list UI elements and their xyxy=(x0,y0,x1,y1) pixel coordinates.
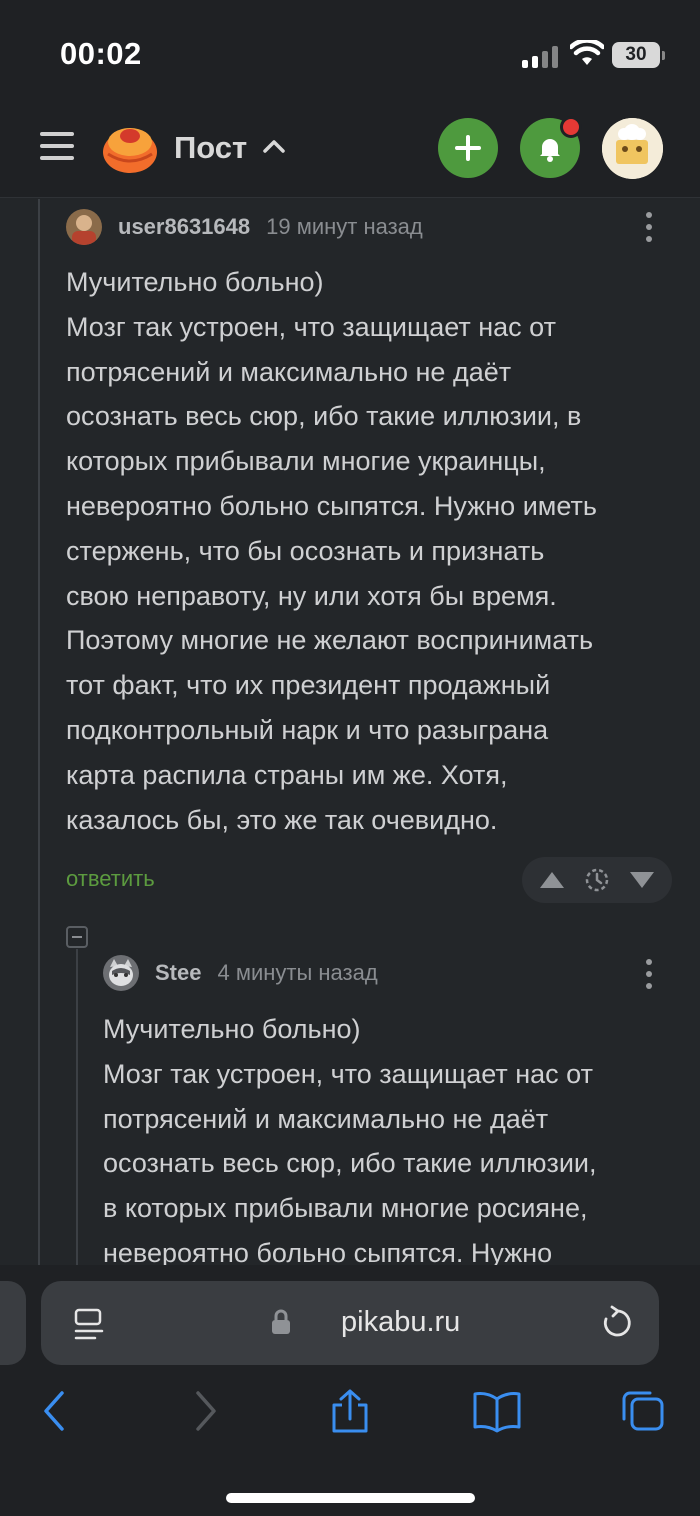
comment-author[interactable]: user8631648 xyxy=(118,214,250,240)
comment-line: в которых прибывали многие росияне, xyxy=(103,1193,588,1224)
comment-line: Мозг так устроен, что защищает нас от xyxy=(103,1058,593,1089)
comment-body: Мучительно больно) Мозг так устроен, что… xyxy=(66,260,597,842)
home-indicator[interactable] xyxy=(226,1493,475,1503)
more-options-icon[interactable] xyxy=(645,958,653,990)
thread-line-nested[interactable] xyxy=(76,949,78,1265)
comment-header: Stee 4 минуты назад xyxy=(103,955,378,991)
comment-line: потрясений и максимально не даёт xyxy=(66,356,512,387)
battery-icon: 30 xyxy=(612,42,665,68)
address-bar[interactable]: pikabu.ru xyxy=(41,1281,659,1365)
user-avatar[interactable] xyxy=(602,118,663,179)
comment-time[interactable]: 4 минуты назад xyxy=(217,960,377,986)
url-text[interactable]: pikabu.ru xyxy=(341,1306,460,1339)
comment-line: Мозг так устроен, что защищает нас от xyxy=(66,311,556,342)
upvote-icon[interactable] xyxy=(538,868,566,892)
comment-line: казалось бы, это же так очевидно. xyxy=(66,804,498,835)
comment-line: осознать весь сюр, ибо такие иллюзии, xyxy=(103,1148,597,1179)
notifications-button[interactable] xyxy=(520,116,582,178)
downvote-icon[interactable] xyxy=(628,868,656,892)
page-menu-icon[interactable] xyxy=(73,1307,105,1341)
wifi-icon xyxy=(570,40,604,65)
reload-icon[interactable] xyxy=(601,1305,633,1339)
pikabu-logo-icon[interactable] xyxy=(100,118,160,178)
comment-line: Мучительно больно) xyxy=(103,1014,361,1044)
menu-icon[interactable] xyxy=(40,130,76,162)
browser-toolbar: pikabu.ru xyxy=(0,1265,700,1516)
comments-section: user8631648 19 минут назад Мучительно бо… xyxy=(0,199,700,1265)
more-options-icon[interactable] xyxy=(645,211,653,243)
comment-line: карта распила страны им же. Хотя, xyxy=(66,759,508,790)
chevron-up-icon[interactable] xyxy=(262,136,286,156)
rating-timer-icon[interactable] xyxy=(583,866,611,894)
plus-icon xyxy=(455,135,481,161)
comment-header: user8631648 19 минут назад xyxy=(66,209,423,245)
forward-icon[interactable] xyxy=(190,1389,220,1433)
avatar[interactable] xyxy=(66,209,102,245)
status-time: 00:02 xyxy=(60,36,142,71)
bookmarks-icon[interactable] xyxy=(472,1389,522,1433)
share-icon[interactable] xyxy=(328,1389,372,1433)
notification-badge xyxy=(560,116,582,138)
avatar[interactable] xyxy=(103,955,139,991)
lock-icon xyxy=(272,1309,290,1334)
cellular-signal-icon xyxy=(522,44,560,68)
comment-line: свою неправоту, ну или хотя бы время. xyxy=(66,580,557,611)
vote-controls xyxy=(522,857,672,903)
thread-line[interactable] xyxy=(38,199,40,1265)
comment-line: которых прибывали многие украинцы, xyxy=(66,446,546,477)
comment-line: Поэтому многие не желают воспринимать xyxy=(66,625,594,656)
comment-line: стержень, что бы осознать и признать xyxy=(66,535,545,566)
tabs-icon[interactable] xyxy=(620,1389,666,1433)
add-post-button[interactable] xyxy=(438,118,498,178)
comment-author[interactable]: Stee xyxy=(155,960,201,986)
comment-line: невероятно больно сыпятся. Нужно xyxy=(103,1237,553,1265)
collapse-thread-button[interactable] xyxy=(66,926,88,948)
comment-line: Мучительно больно) xyxy=(66,267,324,297)
status-bar: 00:02 30 xyxy=(0,0,700,100)
reply-button[interactable]: ответить xyxy=(66,866,155,892)
comment-line: тот факт, что их президент продажный xyxy=(66,670,551,701)
back-icon[interactable] xyxy=(40,1389,70,1433)
comment-line: подконтрольный нарк и что разыграна xyxy=(66,714,549,745)
app-header: Пост xyxy=(0,100,700,198)
previous-tab-preview[interactable] xyxy=(0,1281,26,1365)
comment-line: осознать весь сюр, ибо такие иллюзии, в xyxy=(66,401,582,432)
comment-line: потрясений и максимально не даёт xyxy=(103,1103,549,1134)
page-title[interactable]: Пост xyxy=(174,130,247,166)
comment-time[interactable]: 19 минут назад xyxy=(266,214,423,240)
comment-line: невероятно больно сыпятся. Нужно иметь xyxy=(66,490,597,521)
comment-body: Мучительно больно) Мозг так устроен, что… xyxy=(103,1007,597,1265)
